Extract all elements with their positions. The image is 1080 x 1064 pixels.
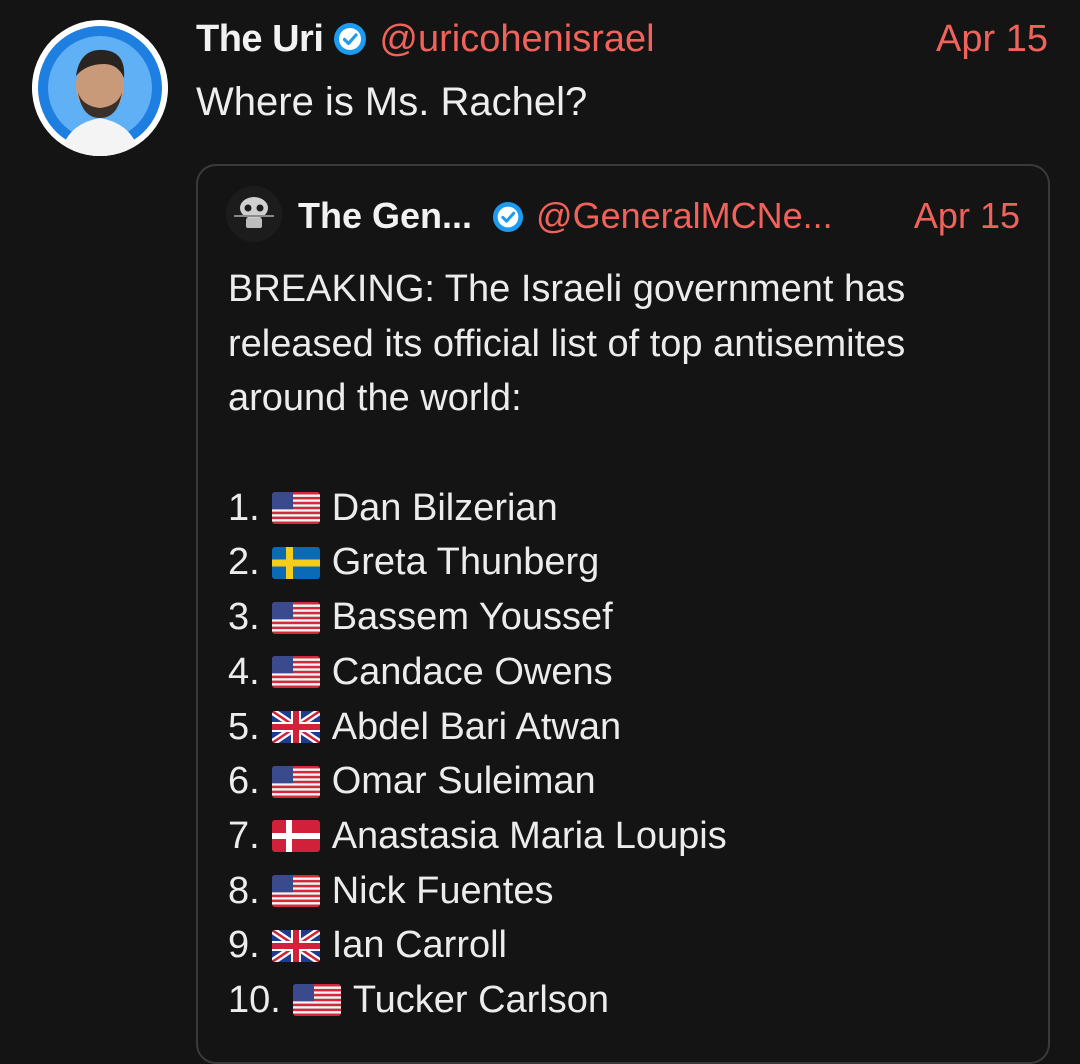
- antisemite-list: 1. Dan Bilzerian 2. Greta Thunberg 3. Bassem …: [228, 481, 1028, 1028]
- list-item-name: Omar Suleiman: [331, 760, 596, 803]
- list-item-number: 10.: [228, 978, 281, 1021]
- list-item: 7. Anastasia Maria Loupis: [228, 809, 1028, 864]
- list-item: 5. Abdel Bari Atwan: [228, 700, 1028, 755]
- us-flag-icon: [271, 601, 320, 634]
- quoted-author-name[interactable]: The Gen...: [298, 195, 472, 237]
- list-item: 8. Nick Fuentes: [228, 864, 1028, 919]
- list-item-number: 1.: [228, 486, 260, 529]
- list-item-name: Greta Thunberg: [331, 541, 600, 584]
- list-item-name: Abdel Bari Atwan: [331, 705, 622, 748]
- verified-badge-icon: [492, 200, 524, 233]
- quoted-author-handle[interactable]: @GeneralMCNe...: [536, 195, 833, 237]
- list-item-number: 4.: [228, 650, 260, 693]
- list-item-name: Dan Bilzerian: [331, 486, 558, 529]
- list-item-number: 9.: [228, 924, 260, 967]
- list-item-number: 7.: [228, 814, 260, 857]
- list-item-number: 6.: [228, 760, 260, 803]
- list-item: 9. Ian Carroll: [228, 918, 1028, 973]
- sweden-flag-icon: [271, 546, 320, 579]
- list-item-number: 2.: [228, 541, 260, 584]
- tweet-date[interactable]: Apr 15: [936, 18, 1048, 61]
- list-item-number: 5.: [228, 705, 260, 748]
- us-flag-icon: [271, 765, 320, 798]
- list-item: 10. Tucker Carlson: [228, 973, 1028, 1028]
- list-item-name: Bassem Youssef: [331, 596, 613, 639]
- us-flag-icon: [271, 656, 320, 689]
- tweet-header: The Uri @uricohenisrael Apr 15: [196, 14, 1048, 64]
- quoted-tweet-text: BREAKING: The Israeli government has rel…: [228, 262, 1028, 1028]
- list-item-number: 8.: [228, 869, 260, 912]
- author-avatar[interactable]: [32, 20, 168, 156]
- quoted-tweet-header: The Gen... @GeneralMCNe... Apr 15: [298, 188, 1020, 244]
- list-item: 6. Omar Suleiman: [228, 754, 1028, 809]
- uk-flag-icon: [271, 929, 320, 962]
- list-item: 3. Bassem Youssef: [228, 590, 1028, 645]
- denmark-flag-icon: [271, 820, 320, 853]
- list-item-number: 3.: [228, 596, 260, 639]
- quoted-author-avatar[interactable]: [226, 186, 282, 242]
- us-flag-icon: [271, 492, 320, 525]
- list-item: 1. Dan Bilzerian: [228, 481, 1028, 536]
- quoted-tweet-date[interactable]: Apr 15: [914, 195, 1020, 237]
- list-item-name: Candace Owens: [331, 650, 613, 693]
- list-item: 4. Candace Owens: [228, 645, 1028, 700]
- text-line: around the world:: [228, 377, 522, 420]
- author-handle[interactable]: @uricohenisrael: [379, 18, 654, 61]
- list-item-name: Tucker Carlson: [352, 978, 610, 1021]
- tweet-text: Where is Ms. Rachel?: [196, 80, 588, 124]
- list-item-name: Anastasia Maria Loupis: [331, 814, 727, 857]
- list-item-name: Ian Carroll: [331, 924, 507, 967]
- text-line: released its official list of top antise…: [228, 322, 906, 365]
- list-item: 2. Greta Thunberg: [228, 535, 1028, 590]
- text-line: BREAKING: The Israeli government has: [228, 268, 906, 310]
- us-flag-icon: [271, 874, 320, 907]
- author-name[interactable]: The Uri: [196, 18, 324, 61]
- quoted-tweet[interactable]: The Gen... @GeneralMCNe... Apr 15 BREAKI…: [196, 164, 1050, 1064]
- uk-flag-icon: [271, 710, 320, 743]
- us-flag-icon: [292, 984, 341, 1017]
- verified-badge-icon: [333, 22, 367, 56]
- list-item-name: Nick Fuentes: [331, 869, 554, 912]
